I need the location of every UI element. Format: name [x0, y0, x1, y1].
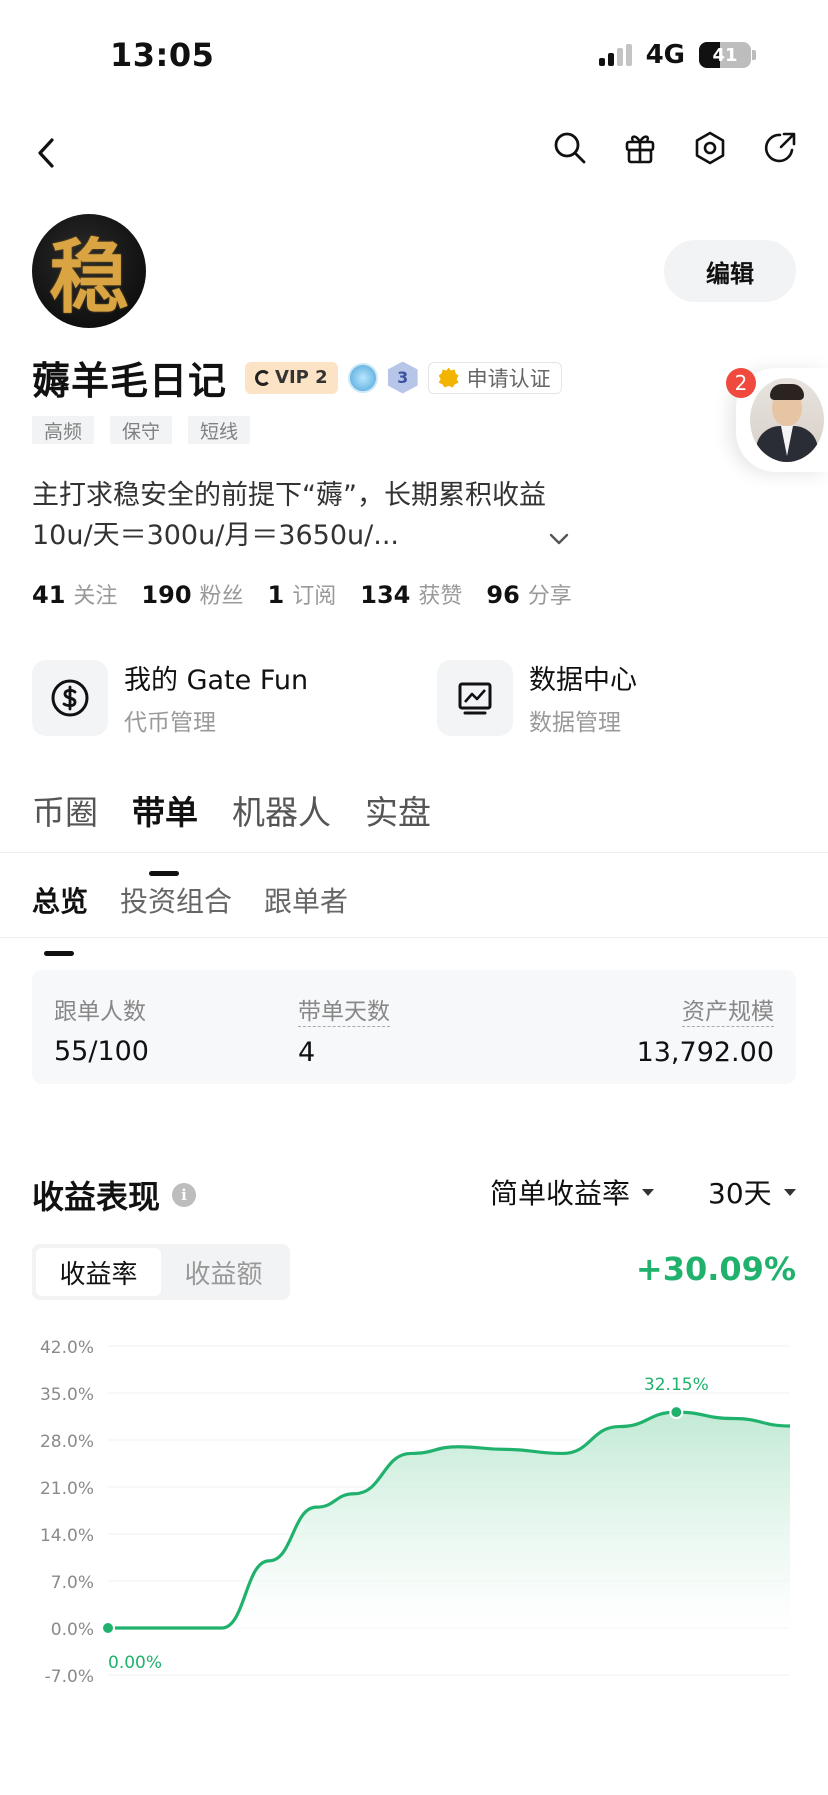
edit-button[interactable]: 编辑: [664, 240, 796, 302]
followers-label: 跟单人数: [54, 999, 146, 1025]
y-tick-label: 7.0%: [51, 1573, 94, 1593]
verify-label: 申请认证: [466, 366, 551, 391]
performance-title-row: 收益表现 i: [32, 1172, 197, 1218]
followers-value: 55/100: [54, 1036, 149, 1067]
tag-list: 高频 保守 短线: [32, 416, 251, 444]
network-label: 4G: [645, 40, 685, 70]
days-value: 4: [298, 1037, 316, 1068]
peak-value-label: 32.15%: [644, 1375, 709, 1395]
chart-icon: [437, 659, 513, 736]
y-tick-label: 42.0%: [40, 1338, 94, 1358]
share-icon[interactable]: [762, 130, 798, 166]
status-time: 13:05: [110, 36, 215, 74]
sub-tabs: 总览 投资组合 跟单者: [32, 880, 348, 956]
medal-icon[interactable]: [347, 362, 378, 393]
toggle-return-rate[interactable]: 收益率: [36, 1248, 161, 1296]
aum-value: 13,792.00: [636, 1037, 774, 1068]
tool-subtitle: 代币管理: [124, 710, 216, 736]
tab-crypto[interactable]: 币圈: [32, 786, 98, 834]
start-value-label: 0.00%: [108, 1653, 162, 1673]
peak-point: [669, 1405, 684, 1420]
followers-stat: 跟单人数 55/100: [54, 992, 149, 1067]
performance-title: 收益表现: [32, 1178, 161, 1216]
dollar-icon: [32, 659, 108, 736]
tool-title: 数据中心: [529, 665, 637, 696]
verified-icon: [438, 367, 459, 388]
floating-chat-avatar[interactable]: 2: [726, 368, 828, 472]
y-tick-label: 35.0%: [40, 1385, 94, 1405]
battery-level: 41: [712, 44, 738, 66]
main-tabs: 币圈 带单 机器人 实盘: [32, 786, 431, 876]
y-tick-label: 14.0%: [40, 1526, 94, 1546]
tab-bots[interactable]: 机器人: [232, 786, 331, 834]
stats-row: 41 关注 190 粉丝 1 订阅 134 获赞 96 分享: [32, 578, 572, 610]
y-tick-label: 28.0%: [40, 1432, 94, 1452]
avatar[interactable]: 稳: [32, 214, 146, 328]
bio-line: 主打求稳安全的前提下“薅”，长期累积收益: [32, 480, 546, 511]
start-point: [101, 1621, 115, 1635]
period-select-value: 30天: [708, 1177, 772, 1210]
vip-icon: [255, 369, 272, 386]
settings-icon[interactable]: [692, 130, 728, 166]
tab-copy-trading[interactable]: 带单: [132, 786, 198, 876]
status-indicators: 4G 41: [598, 40, 756, 70]
days-stat: 带单天数 4: [298, 992, 390, 1068]
name-row: 薅羊毛日记 VIP 2 3 申请认证: [32, 350, 562, 405]
tool-subtitle: 数据管理: [529, 710, 621, 736]
level-badge[interactable]: 3: [387, 361, 418, 394]
unread-badge: 2: [726, 368, 756, 398]
avatar-glyph: 稳: [49, 230, 129, 324]
metric-select-value: 简单收益率: [490, 1177, 631, 1210]
aum-label[interactable]: 资产规模: [682, 992, 774, 1027]
caret-down-icon: [642, 1188, 655, 1196]
stat-subscriptions[interactable]: 1 订阅: [268, 578, 337, 610]
y-tick-label: -7.0%: [45, 1667, 94, 1687]
return-chart[interactable]: 42.0%35.0%28.0%21.0%14.0%7.0%0.0%-7.0%01…: [0, 1320, 828, 1740]
gate-fun-entry[interactable]: 我的 Gate Fun 代币管理: [32, 658, 308, 737]
stat-shares[interactable]: 96 分享: [486, 578, 571, 610]
tab-live[interactable]: 实盘: [365, 786, 431, 834]
total-return: +30.09%: [635, 1250, 796, 1288]
days-label[interactable]: 带单天数: [298, 992, 390, 1027]
stat-following[interactable]: 41 关注: [32, 578, 117, 610]
stat-likes[interactable]: 134 获赞: [360, 578, 462, 610]
y-tick-label: 21.0%: [40, 1479, 94, 1499]
verify-button[interactable]: 申请认证: [427, 361, 562, 394]
vip-badge[interactable]: VIP 2: [245, 361, 338, 394]
chart-mode-toggle: 收益率 收益额: [32, 1244, 290, 1300]
assistant-avatar: [750, 378, 824, 462]
bio[interactable]: 主打求稳安全的前提下“薅”，长期累积收益 10u/天＝300u/月＝3650u/…: [32, 476, 732, 556]
metric-select[interactable]: 简单收益率: [490, 1172, 655, 1212]
search-icon[interactable]: [552, 130, 588, 166]
signal-icon: [598, 44, 632, 66]
nav-bar: [0, 130, 828, 180]
tag: 保守: [110, 416, 173, 444]
divider: [0, 937, 828, 938]
tab-portfolio[interactable]: 投资组合: [120, 880, 232, 920]
profile-name: 薅羊毛日记: [32, 359, 228, 403]
tool-title: 我的 Gate Fun: [124, 665, 309, 696]
data-center-entry[interactable]: 数据中心 数据管理: [437, 658, 637, 737]
toggle-return-amount[interactable]: 收益额: [161, 1248, 286, 1296]
gift-icon[interactable]: [622, 130, 658, 166]
bio-line: 10u/天＝300u/月＝3650u/...: [32, 520, 399, 551]
info-icon[interactable]: i: [172, 1183, 197, 1207]
vip-label: VIP 2: [275, 367, 328, 388]
summary-card: 跟单人数 55/100 带单天数 4 资产规模 13,792.00: [32, 970, 796, 1084]
chevron-down-icon[interactable]: [548, 528, 570, 550]
back-icon[interactable]: [34, 136, 58, 174]
tag: 高频: [32, 416, 95, 444]
y-tick-label: 0.0%: [51, 1620, 94, 1640]
period-select[interactable]: 30天: [708, 1172, 796, 1212]
stat-followers[interactable]: 190 粉丝: [141, 578, 243, 610]
battery-icon: 41: [699, 42, 756, 68]
tab-overview[interactable]: 总览: [32, 880, 88, 956]
aum-stat: 资产规模 13,792.00: [637, 992, 774, 1068]
caret-down-icon: [783, 1188, 796, 1196]
tab-followers[interactable]: 跟单者: [264, 880, 348, 920]
tag: 短线: [188, 416, 251, 444]
divider: [0, 852, 828, 853]
series-area: [108, 1412, 790, 1628]
